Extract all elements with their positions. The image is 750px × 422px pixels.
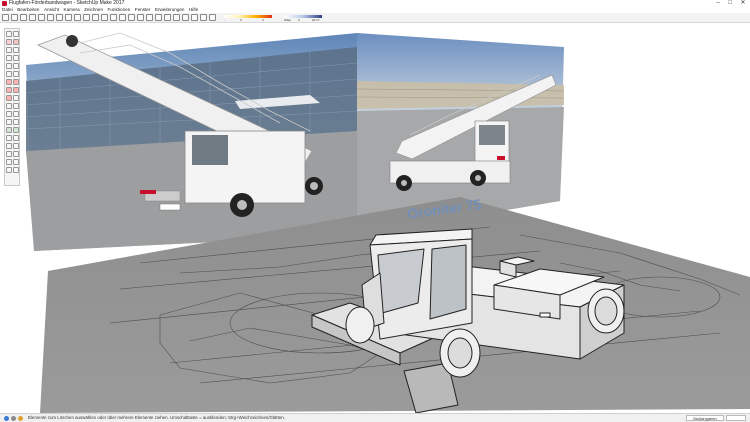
zoom-window-icon[interactable] [13, 135, 19, 141]
walk-icon[interactable] [13, 151, 19, 157]
main-toolbar: - 0 4 Warp 0 20.17 [0, 13, 750, 23]
arc-icon[interactable] [6, 71, 12, 77]
zoom-icon[interactable] [173, 14, 180, 21]
previous-view-icon[interactable] [13, 143, 19, 149]
pan-icon[interactable] [164, 14, 171, 21]
axes-icon[interactable] [6, 119, 12, 125]
dimension-icon[interactable] [137, 14, 144, 21]
tape-measure-icon[interactable] [101, 14, 108, 21]
zoom-icon[interactable] [6, 135, 12, 141]
move-icon[interactable] [65, 14, 72, 21]
pencil-icon[interactable] [20, 14, 27, 21]
orbit-icon[interactable] [155, 14, 162, 21]
ramp-label-1: 0 [240, 18, 242, 22]
protractor-icon[interactable] [110, 14, 117, 21]
previous-view-icon[interactable] [200, 14, 207, 21]
app-icon [2, 1, 7, 6]
offset-icon[interactable] [13, 95, 19, 101]
shadow-color-ramp[interactable] [224, 15, 272, 18]
ramp-label-0: - [224, 18, 225, 22]
tool-palette [4, 28, 20, 186]
tape-measure-icon[interactable] [6, 103, 12, 109]
close-button[interactable]: ✕ [738, 0, 748, 7]
pan-icon[interactable] [13, 127, 19, 133]
select-icon[interactable] [6, 31, 12, 37]
freehand-icon[interactable] [13, 47, 19, 53]
extension-icon[interactable] [13, 167, 19, 173]
follow-me-icon[interactable] [13, 87, 19, 93]
rotate-icon[interactable] [6, 87, 12, 93]
scene-canvas[interactable]: Oroniter 75 [20, 23, 750, 413]
orbit-icon[interactable] [6, 127, 12, 133]
rotate-icon[interactable] [74, 14, 81, 21]
dimension-icon[interactable] [13, 103, 19, 109]
eraser-icon[interactable] [13, 39, 19, 45]
walk-icon[interactable] [209, 14, 216, 21]
model-viewport[interactable]: Oroniter 75 [20, 23, 750, 413]
zoom-extents-icon[interactable] [6, 143, 12, 149]
pencil-icon[interactable] [6, 47, 12, 53]
sketchup-window: Flugfafen-Förderbandwagen - SketchUp Mak… [0, 0, 750, 422]
axes-icon[interactable] [128, 14, 135, 21]
offset-icon[interactable] [92, 14, 99, 21]
polygon-icon[interactable] [13, 63, 19, 69]
ramp-label-3: Warp [284, 18, 292, 22]
move-icon[interactable] [6, 79, 12, 85]
scale-icon[interactable] [6, 95, 12, 101]
maximize-button[interactable]: □ [725, 0, 735, 7]
push-pull-icon[interactable] [13, 79, 19, 85]
look-around-icon[interactable] [6, 159, 12, 165]
window-title: Flugfafen-Förderbandwagen - SketchUp Mak… [9, 0, 125, 6]
rectangle-icon[interactable] [6, 55, 12, 61]
zoom-extents-icon[interactable] [191, 14, 198, 21]
eraser-icon[interactable] [11, 14, 18, 21]
section-plane-icon[interactable] [146, 14, 153, 21]
section-plane-icon[interactable] [13, 159, 19, 165]
credits-icon[interactable] [11, 416, 16, 421]
circle-icon[interactable] [38, 14, 45, 21]
pie-icon[interactable] [13, 71, 19, 77]
arc-icon[interactable] [47, 14, 54, 21]
protractor-icon[interactable] [6, 111, 12, 117]
push-pull-icon[interactable] [56, 14, 63, 21]
minimize-button[interactable]: – [713, 0, 723, 7]
rectangle-icon[interactable] [29, 14, 36, 21]
title-bar: Flugfafen-Förderbandwagen - SketchUp Mak… [0, 0, 750, 7]
paint-bucket-icon[interactable] [6, 39, 12, 45]
status-hint: Elemente zum Löschen auswählen oder über… [28, 415, 285, 420]
geo-location-icon[interactable] [4, 416, 9, 421]
ramp-label-4: 0 [298, 18, 300, 22]
circle-icon[interactable] [6, 63, 12, 69]
measurements-input[interactable] [726, 415, 746, 421]
position-camera-icon[interactable] [6, 151, 12, 157]
component-icon[interactable] [13, 31, 19, 37]
rotated-rectangle-icon[interactable] [13, 55, 19, 61]
text-icon[interactable] [13, 111, 19, 117]
text-icon[interactable] [119, 14, 126, 21]
3d-text-icon[interactable] [13, 119, 19, 125]
help-icon[interactable] [18, 416, 23, 421]
select-icon[interactable] [2, 14, 9, 21]
warehouse-icon[interactable] [6, 167, 12, 173]
status-bar: Elemente zum Löschen auswählen oder über… [0, 413, 750, 422]
zoom-window-icon[interactable] [182, 14, 189, 21]
ramp-label-5: 20.17 [312, 18, 320, 22]
measurements-label: Maßangaben [686, 415, 724, 421]
ramp-label-2: 4 [262, 18, 264, 22]
scale-icon[interactable] [83, 14, 90, 21]
